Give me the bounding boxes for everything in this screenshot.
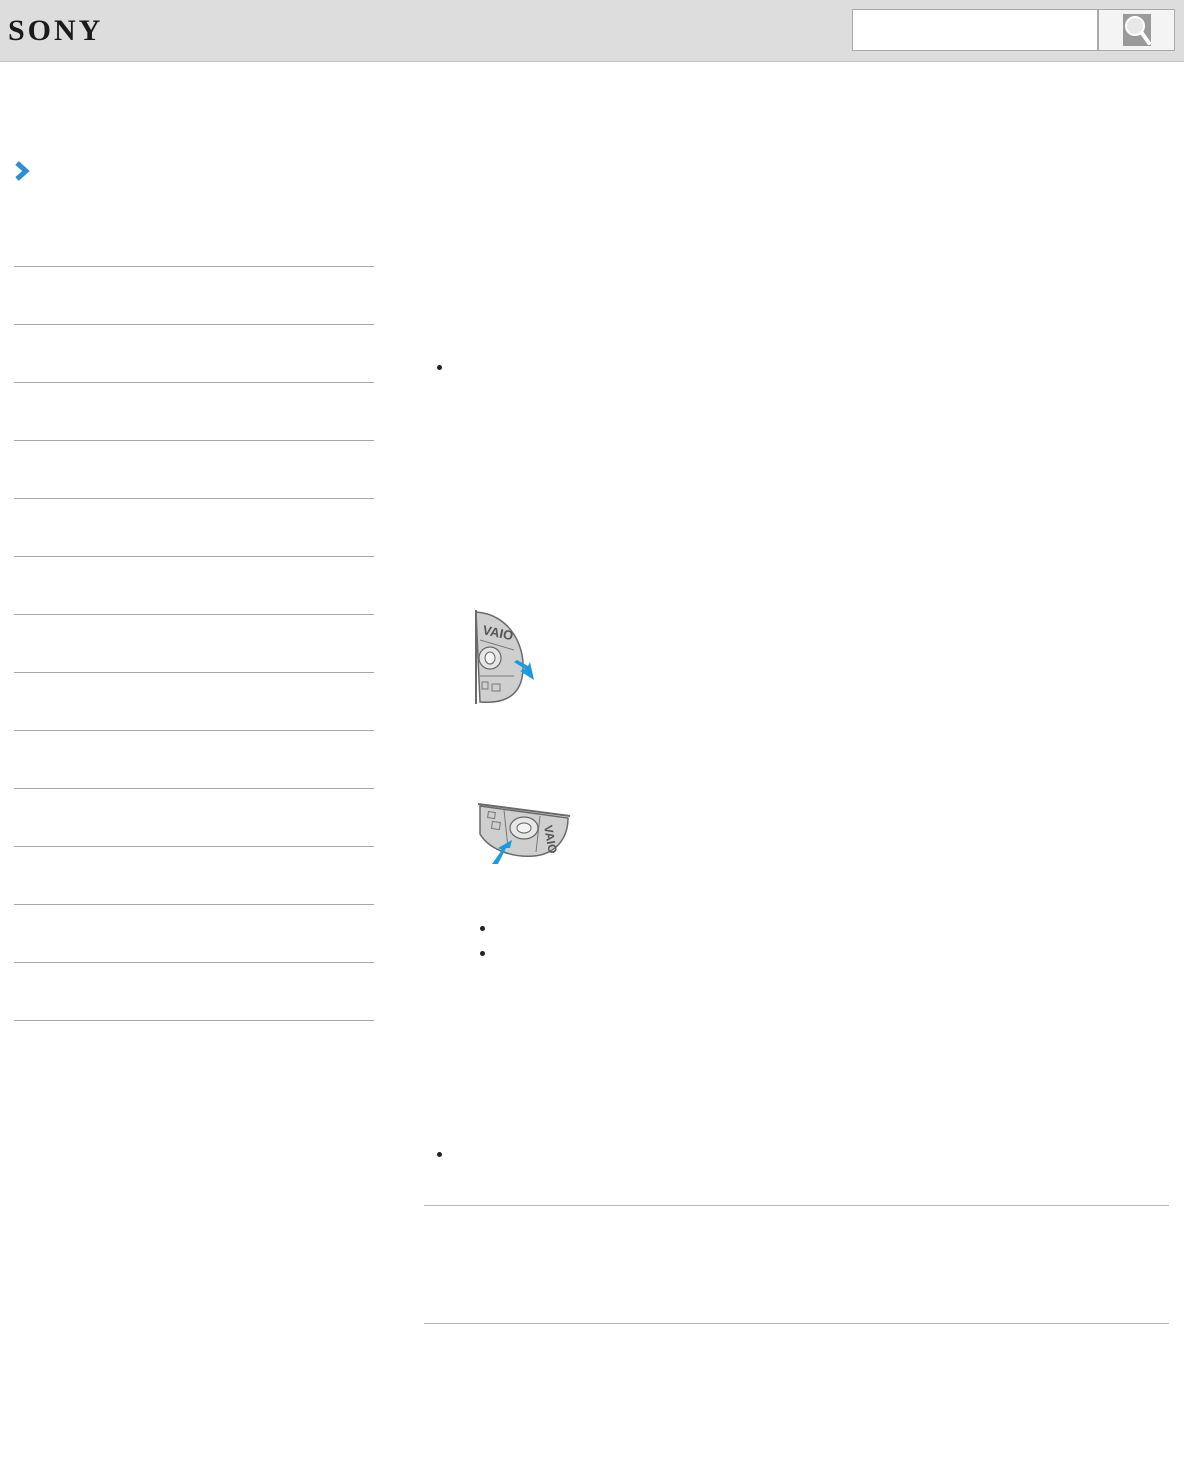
chevron-right-icon[interactable] [13, 160, 33, 182]
list-bullet [480, 926, 485, 931]
sidebar-item[interactable] [14, 672, 374, 730]
sidebar-item[interactable] [14, 614, 374, 672]
list-bullet [437, 1152, 442, 1157]
sidebar-item[interactable] [14, 556, 374, 614]
list-bullet [437, 365, 442, 370]
sidebar-menu [14, 266, 374, 1021]
sidebar-item[interactable] [14, 904, 374, 962]
section-divider [424, 1323, 1169, 1324]
sidebar-item[interactable] [14, 846, 374, 904]
header-bar: SONY [0, 0, 1184, 62]
list-bullet [480, 951, 485, 956]
search-input[interactable] [852, 9, 1098, 51]
sidebar-item[interactable] [14, 962, 374, 1021]
sony-logo[interactable]: SONY [8, 13, 103, 49]
disc-drive-eject-vertical-illustration: VAIO [475, 610, 534, 704]
sidebar-item[interactable] [14, 788, 374, 846]
disc-drive-eject-horizontal-illustration: VAIO [477, 803, 571, 864]
sidebar-item[interactable] [14, 382, 374, 440]
search-button[interactable] [1098, 9, 1175, 51]
section-divider [424, 1205, 1169, 1206]
sidebar-item[interactable] [14, 730, 374, 788]
sidebar-item[interactable] [14, 266, 374, 324]
sidebar-item[interactable] [14, 440, 374, 498]
sidebar-item[interactable] [14, 324, 374, 382]
magnifier-icon [1122, 14, 1151, 46]
sidebar-item[interactable] [14, 498, 374, 556]
